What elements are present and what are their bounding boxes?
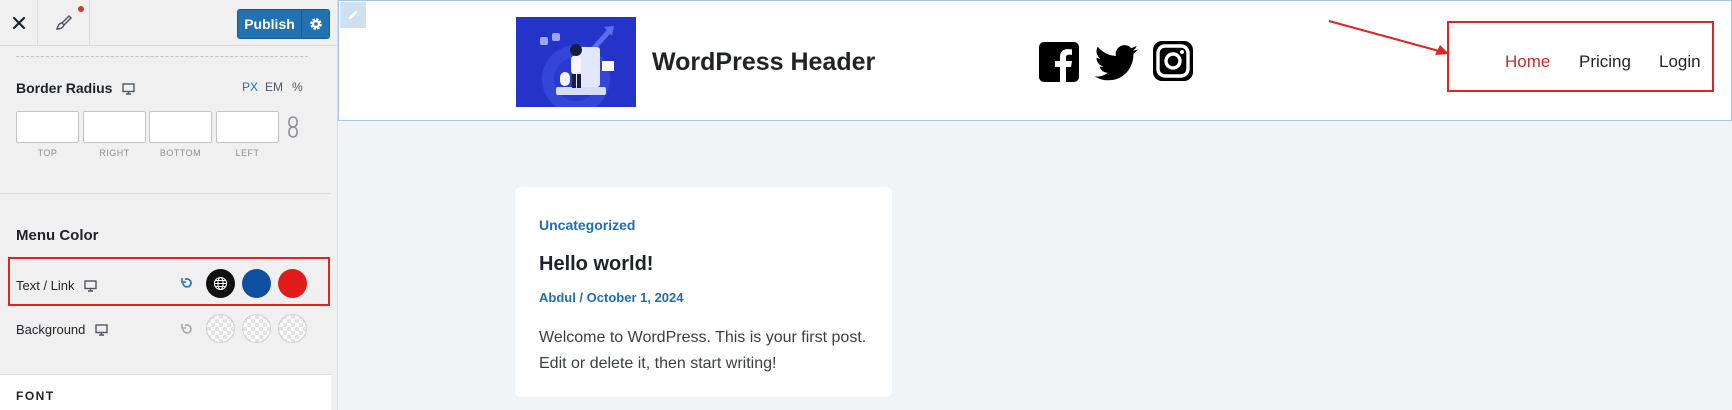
publish-button[interactable]: Publish (238, 10, 302, 38)
nav-item-home[interactable]: Home (1505, 52, 1550, 72)
site-header: WordPress Header Home Pricing Login (338, 0, 1732, 121)
border-radius-top-input[interactable] (16, 111, 79, 143)
customizer-sidebar: Publish Border Radius PX EM % TOP RIGHT … (0, 0, 338, 410)
notification-dot (78, 6, 84, 12)
unit-percent[interactable]: % (292, 80, 303, 94)
text-link-label: Text / Link (16, 278, 75, 293)
left-label: LEFT (235, 148, 260, 158)
border-radius-label: Border Radius (16, 80, 113, 96)
text-link-row: Text / Link (16, 278, 97, 293)
brush-icon (55, 14, 72, 30)
site-preview: WordPress Header Home Pricing Login Unca… (338, 0, 1732, 410)
border-radius-right-input[interactable] (83, 111, 146, 143)
hover-color-swatch[interactable] (242, 269, 271, 298)
background-row: Background (16, 322, 108, 337)
menu-color-title: Menu Color (16, 227, 99, 244)
reset-icon[interactable] (180, 322, 194, 336)
post-excerpt: Welcome to WordPress. This is your first… (539, 329, 867, 372)
global-color-swatch[interactable] (206, 269, 235, 298)
top-label: TOP (37, 148, 58, 158)
annotation-arrow (1328, 20, 1449, 55)
publish-button-group: Publish (237, 9, 330, 39)
close-button[interactable] (0, 0, 38, 46)
bottom-label: BOTTOM (159, 148, 202, 158)
background-active-swatch[interactable] (278, 314, 307, 343)
border-radius-title: Border Radius (16, 80, 136, 96)
background-color-swatch[interactable] (206, 314, 235, 343)
post-card: Uncategorized Hello world! Abdul / Octob… (515, 187, 892, 397)
desktop-icon[interactable] (95, 324, 108, 336)
post-category-link[interactable]: Uncategorized (539, 217, 635, 233)
desktop-icon[interactable] (84, 280, 97, 292)
nav-item-login[interactable]: Login (1659, 52, 1701, 72)
post-meta[interactable]: Abdul / October 1, 2024 (539, 290, 684, 305)
logo-illustration (540, 26, 614, 107)
globe-icon (213, 276, 228, 291)
font-section-title: FONT (16, 389, 55, 403)
facebook-icon[interactable] (1039, 42, 1079, 82)
instagram-icon[interactable] (1153, 41, 1193, 81)
twitter-icon[interactable] (1094, 45, 1140, 81)
publish-settings-button[interactable] (302, 10, 329, 38)
site-title[interactable]: WordPress Header (652, 48, 875, 77)
font-section[interactable]: FONT (0, 374, 331, 410)
pencil-icon (349, 10, 358, 19)
edit-shortcut-button[interactable] (340, 2, 366, 28)
border-radius-left-input[interactable] (216, 111, 279, 143)
customizer-toolbar: Publish (0, 0, 337, 46)
background-hover-swatch[interactable] (242, 314, 271, 343)
post-title-link[interactable]: Hello world! (539, 253, 653, 276)
border-radius-bottom-input[interactable] (149, 111, 212, 143)
section-divider (16, 56, 308, 57)
active-color-swatch[interactable] (278, 269, 307, 298)
close-icon (12, 16, 25, 30)
reset-icon[interactable] (180, 276, 194, 290)
right-label: RIGHT (99, 148, 130, 158)
gear-icon (309, 18, 322, 30)
section-separator (0, 193, 331, 194)
desktop-icon[interactable] (122, 83, 136, 95)
background-label: Background (16, 322, 86, 337)
site-logo[interactable] (516, 17, 636, 107)
unit-px[interactable]: PX (242, 80, 258, 94)
nav-item-pricing[interactable]: Pricing (1579, 52, 1631, 72)
unit-em[interactable]: EM (265, 80, 283, 94)
link-values-icon[interactable] (287, 116, 299, 138)
